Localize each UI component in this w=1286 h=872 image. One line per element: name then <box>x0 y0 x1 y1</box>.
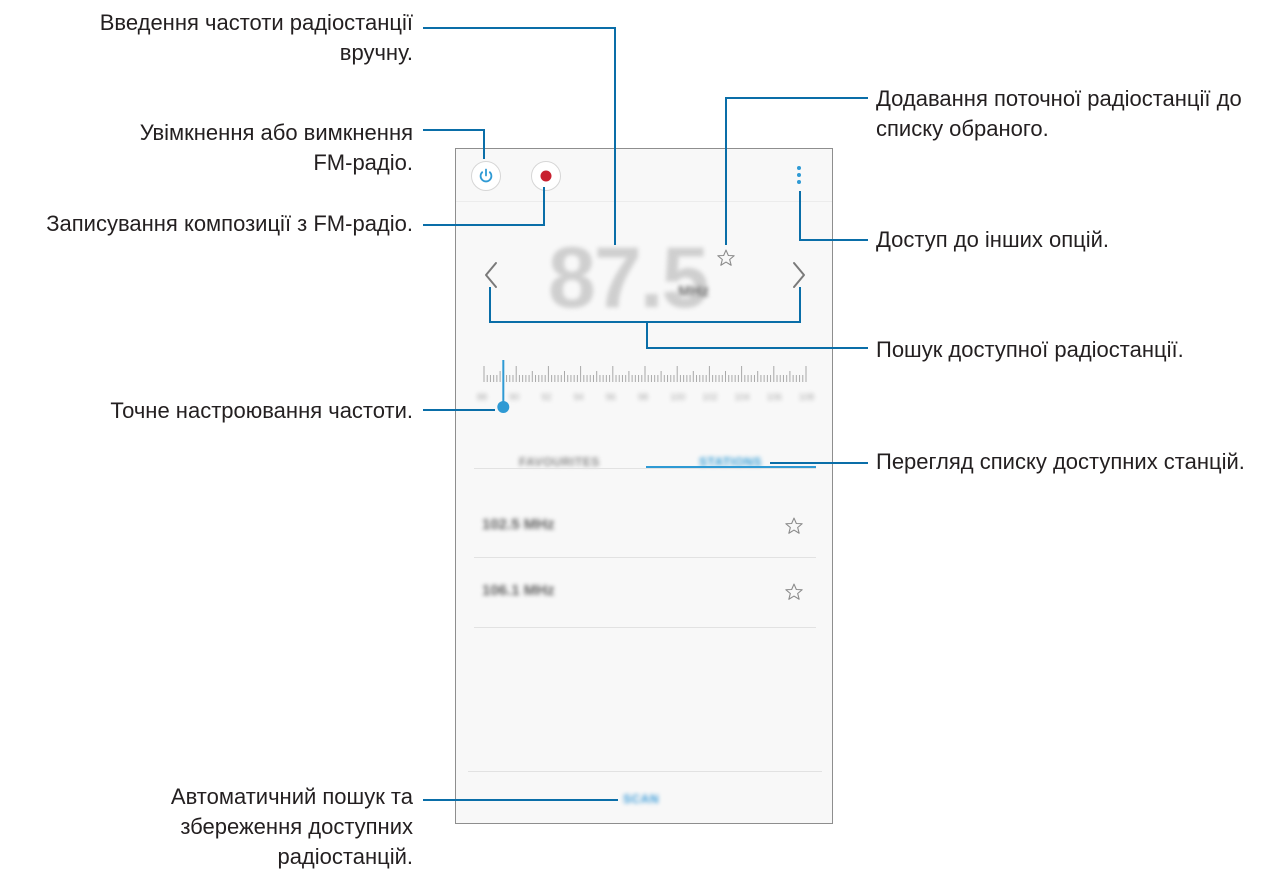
callout-manual-frequency-line2: вручну. <box>339 40 413 65</box>
callout-auto-scan-line1: Автоматичний пошук та <box>170 784 413 809</box>
scale-label: 94 <box>573 392 584 402</box>
chevron-left-icon[interactable] <box>476 253 506 293</box>
frequency-unit: MHz <box>678 283 709 300</box>
station-item-label[interactable]: 102.5 MHz <box>482 516 555 533</box>
callout-power-line2: FM-радіо. <box>313 150 413 175</box>
callout-power-line1: Увімкнення або вимкнення <box>139 120 413 145</box>
tuning-scale[interactable] <box>456 354 834 424</box>
callout-favorite-line1: Додавання поточної радіостанції до <box>876 86 1242 111</box>
callout-power: Увімкнення або вимкнення FM-радіо. <box>140 118 413 178</box>
scale-label: 88 <box>477 392 488 402</box>
station-divider <box>474 557 816 558</box>
record-icon <box>540 170 552 182</box>
station-item-label[interactable]: 106.1 MHz <box>482 582 555 599</box>
callout-auto-scan-line2: збереження доступних <box>180 814 413 839</box>
frequency-display[interactable]: 87.5 <box>548 229 709 328</box>
callout-record: Записування композиції з FM-радіо. <box>46 211 413 236</box>
more-options-icon[interactable] <box>793 164 805 188</box>
phone-screen: 87.5 MHz 88 90 92 94 96 98 100 102 104 106 108 FAV… <box>455 148 833 824</box>
callout-favorite-line2: списку обраного. <box>876 116 1049 141</box>
favorite-star-icon[interactable] <box>716 248 736 268</box>
scale-label: 108 <box>799 392 815 402</box>
tab-favourites[interactable]: FAVOURITES <box>519 455 600 469</box>
scale-label: 100 <box>670 392 686 402</box>
callout-fine-tune: Точне настроювання частоти. <box>110 398 413 423</box>
scale-label: 98 <box>638 392 649 402</box>
tabs-divider <box>474 468 816 469</box>
bottom-divider <box>468 771 822 772</box>
callout-auto-scan-line3: радіостанцій. <box>277 844 413 869</box>
record-button[interactable] <box>531 161 561 191</box>
chevron-right-icon[interactable] <box>784 253 814 293</box>
scale-label: 106 <box>766 392 782 402</box>
callout-auto-scan: Автоматичний пошук та збереження доступн… <box>171 782 413 872</box>
callout-more-options: Доступ до інших опцій. <box>876 227 1110 252</box>
callout-manual-frequency-line1: Введення частоти радіостанції <box>99 10 413 35</box>
scale-label: 90 <box>509 392 520 402</box>
callout-station-list: Перегляд списку доступних станцій. <box>876 449 1245 474</box>
callout-manual-frequency: Введення частоти радіостанції вручну. <box>100 8 413 68</box>
toolbar-divider <box>456 201 832 202</box>
power-icon <box>479 168 493 183</box>
callout-search-station: Пошук доступної радіостанції. <box>876 337 1184 362</box>
station-star-icon[interactable] <box>784 582 804 602</box>
scale-label: 96 <box>605 392 616 402</box>
scale-label: 104 <box>734 392 750 402</box>
tuner-knob[interactable] <box>497 401 510 413</box>
station-divider <box>474 627 816 628</box>
scan-button[interactable]: SCAN <box>623 792 659 806</box>
scale-label: 102 <box>702 392 718 402</box>
power-button[interactable] <box>471 161 501 191</box>
callout-favorite: Додавання поточної радіостанції до списк… <box>876 84 1242 144</box>
station-star-icon[interactable] <box>784 516 804 536</box>
scale-label: 92 <box>541 392 552 402</box>
